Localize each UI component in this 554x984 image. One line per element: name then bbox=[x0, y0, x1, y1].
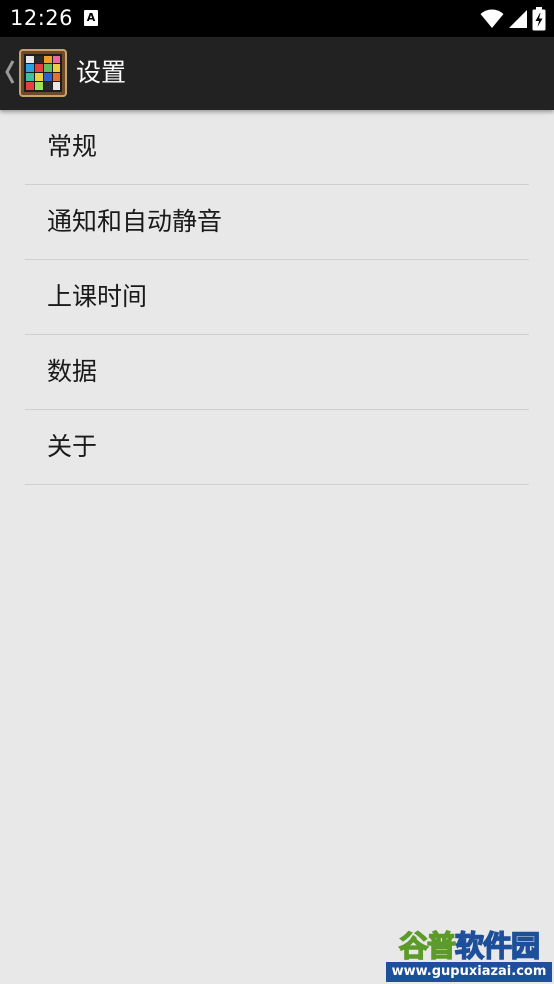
watermark-url: www.gupuxiazai.com bbox=[386, 962, 552, 982]
status-icons bbox=[480, 7, 546, 31]
wifi-icon bbox=[480, 9, 504, 28]
watermark-brand-part2: 软件园 bbox=[454, 928, 541, 964]
settings-list: 常规 通知和自动静音 上课时间 数据 关于 bbox=[25, 110, 529, 485]
watermark-brand-part1: 谷普 bbox=[398, 928, 457, 964]
chevron-left-icon[interactable] bbox=[4, 59, 16, 85]
settings-item-about[interactable]: 关于 bbox=[25, 410, 529, 485]
settings-item-label: 常规 bbox=[47, 132, 98, 161]
status-bar: 12:26 A bbox=[0, 0, 554, 37]
watermark-brand: 谷普 软件园 bbox=[386, 926, 552, 964]
action-bar: 设置 bbox=[0, 37, 554, 110]
settings-item-class-time[interactable]: 上课时间 bbox=[25, 260, 529, 335]
notification-a-icon: A bbox=[84, 10, 98, 26]
settings-item-data[interactable]: 数据 bbox=[25, 335, 529, 410]
cell-signal-icon bbox=[509, 10, 527, 28]
app-grid-icon[interactable] bbox=[19, 49, 67, 97]
settings-item-label: 数据 bbox=[47, 357, 98, 386]
settings-item-label: 上课时间 bbox=[47, 282, 148, 311]
watermark-logo: 谷普 软件园 www.gupuxiazai.com bbox=[386, 926, 552, 982]
settings-item-label: 通知和自动静音 bbox=[47, 207, 223, 236]
battery-charging-icon bbox=[532, 7, 546, 31]
page-title: 设置 bbox=[76, 58, 127, 87]
status-time: 12:26 bbox=[10, 6, 74, 30]
settings-item-notifications[interactable]: 通知和自动静音 bbox=[25, 185, 529, 260]
settings-item-label: 关于 bbox=[47, 432, 98, 461]
settings-item-general[interactable]: 常规 bbox=[25, 110, 529, 185]
